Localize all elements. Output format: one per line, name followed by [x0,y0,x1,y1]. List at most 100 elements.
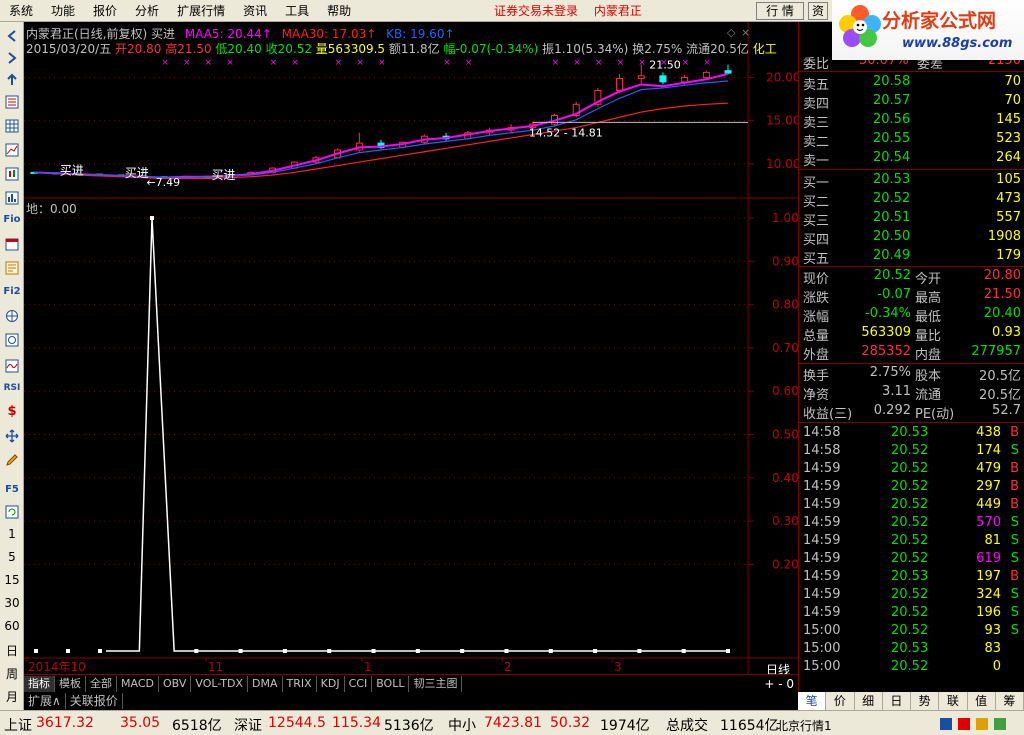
trade-login-status[interactable]: 证券交易未登录 [494,4,578,18]
menu-info[interactable]: 资讯 [234,0,276,22]
right-tab[interactable]: 联 [939,692,968,710]
ma30-label: MAA30: 17.03↑ [281,27,377,41]
signal-marker: × [205,58,213,68]
close-icon[interactable]: × [741,26,750,39]
industry-label[interactable]: 化工 [753,42,777,56]
f5-label: F5 [5,484,19,495]
sh-index-value: 3617.32 [36,715,94,731]
server-label[interactable]: 北京行情1 [776,717,832,734]
menu-tools[interactable]: 工具 [276,0,318,22]
sme-index-change: 50.32 [550,715,591,731]
rsi-button[interactable]: RSI [2,378,22,397]
indicator-point [282,649,287,653]
sell-row: 卖五 20.58 70 [799,73,1024,93]
period-30min[interactable]: 30 [0,596,24,610]
circle-icon[interactable] [2,330,22,349]
tab-obv[interactable]: OBV [159,675,192,692]
indicator-tick-label: 0.40 [772,471,798,485]
signal-marker: × [465,58,473,68]
tab-main-chart[interactable]: 韧三主图 [409,675,463,692]
menu-system[interactable]: 系统 [0,0,42,22]
tab-boll[interactable]: BOLL [372,675,410,692]
right-tab[interactable]: 值 [968,692,996,710]
period-week[interactable]: 周 [0,665,24,682]
tick-side: B [1010,461,1019,476]
f10-button[interactable]: Fio [2,210,22,229]
tick-price: 20.52 [891,623,929,638]
quote-label: 最低 [915,310,942,325]
news-icon[interactable] [2,258,22,277]
tick-time: 14:59 [803,533,841,548]
f5-button[interactable]: F5 [2,480,22,499]
line-chart-icon[interactable] [2,140,22,159]
grid-icon[interactable] [2,116,22,135]
quote-value: 21.50 [983,287,1021,302]
tick-volume: 438 [976,425,1001,440]
tab-cci[interactable]: CCI [345,675,373,692]
logo-url[interactable]: www.88gs.com [902,36,1012,51]
tab-extension[interactable]: 扩展∧ [24,693,66,709]
quote-label: 今开 [915,272,942,287]
amplitude-label: 振1.10(5.34%) [542,42,629,56]
indicator-tick-label: 0.80 [772,298,798,312]
right-tab[interactable]: 筹 [996,692,1024,710]
period-1min[interactable]: 1 [0,527,24,541]
fundamental-label: 换手 [803,369,830,384]
tick-price: 20.52 [891,551,929,566]
f12-button[interactable]: Fi2 [2,282,22,301]
tab-macd[interactable]: MACD [117,675,159,692]
menu-quote[interactable]: 报价 [84,0,126,22]
info-button[interactable]: 资 [808,2,828,20]
tick-price: 20.52 [891,659,929,674]
tab-trix[interactable]: TRIX [283,675,317,692]
tab-indicator[interactable]: 指标 [24,675,55,692]
chart-area[interactable]: 20.00 15.00 10.00 1.00 0.90 0.80 0.70 0.60 0.50… [24,22,798,674]
zoom-controls[interactable]: + - 0 [764,677,794,691]
candle-chart-icon[interactable] [2,164,22,183]
left-toolbar: Fio Fi2 RSI $ F5 1 5 15 30 60 日 周 月 [0,22,24,710]
wave-icon[interactable] [2,356,22,375]
tick-side: S [1010,515,1019,530]
tab-related-quote[interactable]: 关联报价 [66,693,123,709]
period-5min[interactable]: 5 [0,550,24,564]
period-60min[interactable]: 60 [0,619,24,633]
right-tab[interactable]: 势 [911,692,940,710]
tab-template[interactable]: 模板 [55,675,86,692]
period-15min[interactable]: 15 [0,573,24,587]
move-icon[interactable] [2,426,22,445]
dollar-icon[interactable]: $ [2,402,22,421]
diamond-icon[interactable]: ◇ [727,26,736,39]
globe-icon[interactable] [2,306,22,325]
right-tab[interactable]: 笔 [798,692,827,710]
refresh-icon[interactable] [2,502,22,521]
back-arrow-icon[interactable] [2,26,22,45]
list-icon[interactable] [2,92,22,111]
period-month[interactable]: 月 [0,688,24,705]
kline-chart[interactable]: 20.00 15.00 10.00 1.00 0.90 0.80 0.70 0.60 0.50… [24,22,798,674]
tab-dma[interactable]: DMA [248,675,283,692]
indicator-point [593,649,598,653]
menu-ext-quote[interactable]: 扩展行情 [168,0,234,22]
quote-value: 563309 [861,325,911,340]
site-logo: 分析家公式网 www.88gs.com [832,0,1024,60]
menu-function[interactable]: 功能 [42,0,84,22]
forward-arrow-icon[interactable] [2,48,22,67]
calendar-icon[interactable] [2,234,22,253]
bar-chart-icon[interactable] [2,188,22,207]
quote-button[interactable]: 行 情 [756,2,804,20]
signal-marker: × [270,58,278,68]
up-arrow-icon[interactable] [2,70,22,89]
right-tab[interactable]: 日 [883,692,911,710]
menu-help[interactable]: 帮助 [318,0,360,22]
tab-vol-tdx[interactable]: VOL-TDX [191,675,248,692]
menu-analysis[interactable]: 分析 [126,0,168,22]
fundamental-value: 52.7 [992,403,1021,418]
right-tab[interactable]: 细 [855,692,883,710]
period-day[interactable]: 日 [0,642,24,659]
tab-all[interactable]: 全部 [86,675,117,692]
right-tab[interactable]: 价 [826,692,855,710]
quote-value: 285352 [861,344,911,359]
tab-kdj[interactable]: KDJ [317,675,345,692]
pencil-icon[interactable] [2,450,22,469]
flower-logo-icon [839,5,881,47]
